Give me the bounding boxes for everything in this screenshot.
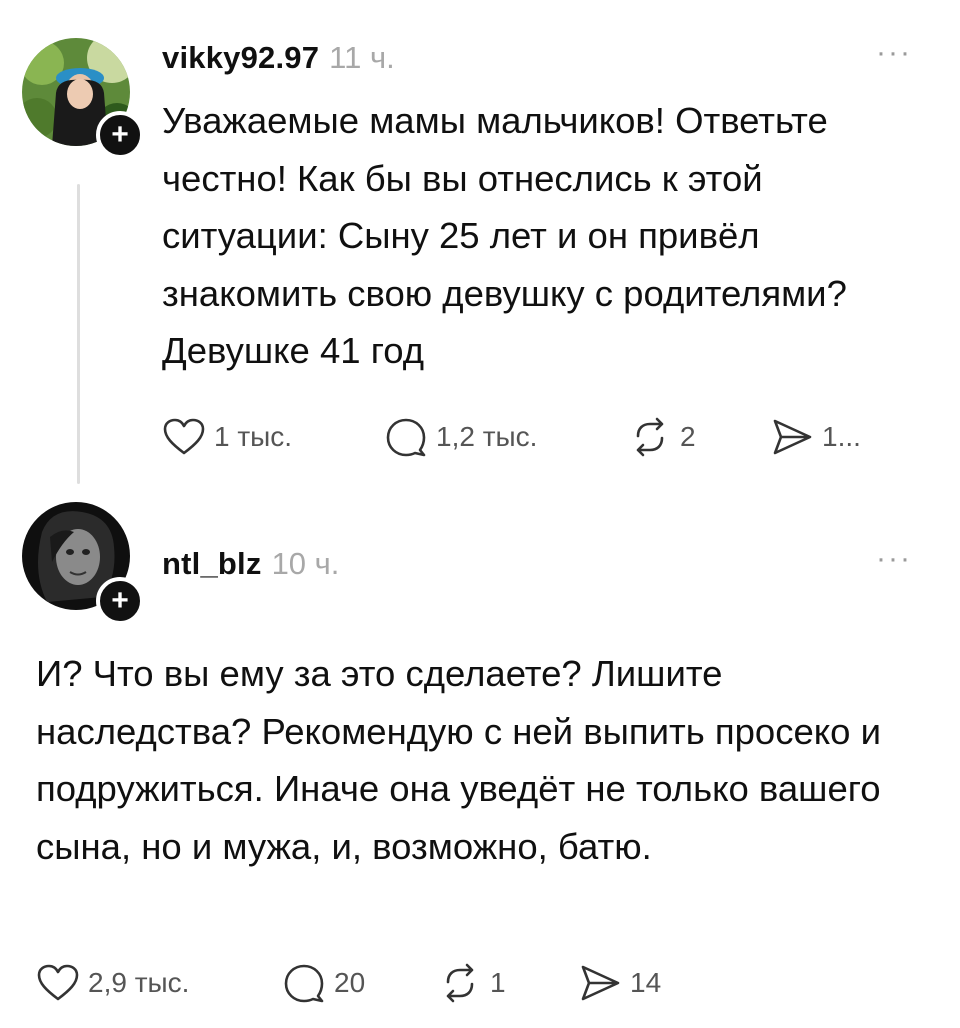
like-button[interactable]: 1 тыс. [162, 417, 384, 457]
repost-button[interactable]: 1 [438, 962, 578, 1004]
follow-plus-icon[interactable]: + [96, 111, 144, 159]
repost-icon [636, 417, 664, 457]
timestamp: 10 ч. [271, 546, 340, 581]
post-header: ntl_blz 10 ч. [162, 546, 339, 582]
share-button[interactable]: 14 [578, 962, 661, 1004]
post-text: Уважаемые мамы мальчиков! Ответьте честн… [162, 100, 847, 371]
post-header: vikky92.97 11 ч. [162, 40, 395, 76]
repost-icon [446, 963, 474, 1003]
like-button[interactable]: 2,9 тыс. [36, 963, 282, 1003]
send-icon [773, 419, 812, 455]
repost-button[interactable]: 2 [628, 416, 770, 458]
action-bar: 1 тыс. 1,2 тыс. 2 1... [162, 416, 861, 458]
reply-button[interactable]: 20 [282, 962, 438, 1004]
more-dots-icon[interactable]: ··· [876, 38, 912, 68]
username[interactable]: ntl_blz [162, 546, 262, 582]
comment-icon [284, 964, 324, 1003]
reply-button[interactable]: 1,2 тыс. [384, 416, 628, 458]
more-dots-icon[interactable]: ··· [876, 544, 912, 574]
thread-line [77, 184, 80, 484]
action-bar: 2,9 тыс. 20 1 14 [36, 962, 661, 1004]
post-text: И? Что вы ему за это сделаете? Лишите на… [36, 653, 881, 867]
follow-plus-icon[interactable]: + [96, 577, 144, 625]
send-icon [581, 965, 620, 1001]
heart-icon [37, 964, 79, 1001]
share-button[interactable]: 1... [770, 416, 861, 458]
username[interactable]: vikky92.97 [162, 40, 319, 76]
comment-icon [386, 418, 426, 457]
heart-icon [163, 418, 205, 455]
timestamp: 11 ч. [329, 40, 395, 75]
